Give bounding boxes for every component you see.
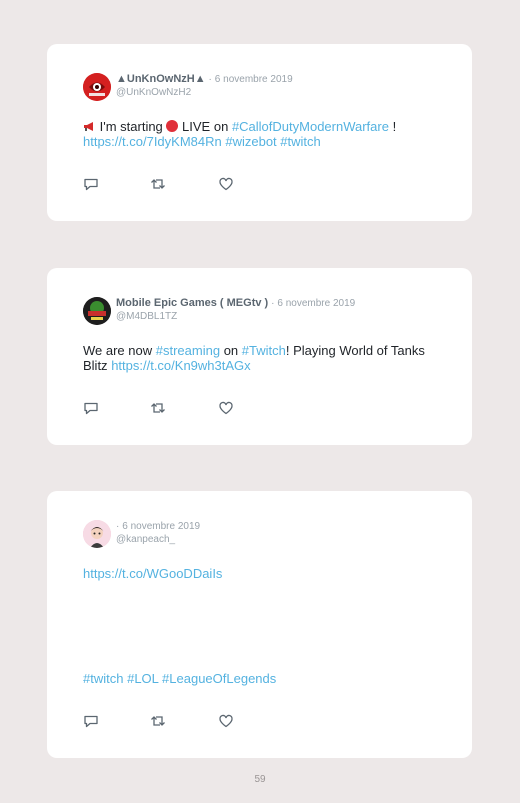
tweet-header: · 6 novembre 2019 @kanpeach_: [116, 520, 200, 546]
tweet-date[interactable]: 6 novembre 2019: [215, 74, 293, 85]
tweet-text-part: I'm starting: [99, 119, 163, 134]
red-circle-icon: [166, 120, 179, 132]
tweet-url-link[interactable]: https://t.co/Kn9wh3tAGx: [111, 358, 250, 373]
retweet-icon[interactable]: [150, 401, 166, 415]
like-icon[interactable]: [218, 401, 234, 415]
reply-icon[interactable]: [83, 177, 99, 191]
tweet-text-part: Blitz: [83, 358, 108, 373]
hashtag-link[interactable]: #twitch: [280, 134, 320, 149]
separator: ·: [116, 521, 120, 532]
tweet-text-part: ! Playing World of Tanks: [285, 343, 425, 358]
hashtag-link[interactable]: #LeagueOfLegends: [162, 671, 276, 686]
like-icon[interactable]: [218, 177, 234, 191]
reply-icon[interactable]: [83, 401, 99, 415]
tweet-text-part: on: [223, 343, 239, 358]
hashtag-link[interactable]: #wizebot: [225, 134, 276, 149]
tweet-text-part: !: [392, 119, 397, 134]
tweet-card: Mobile Epic Games ( MEGtv ) · 6 novembre…: [47, 268, 472, 445]
user-handle[interactable]: @M4DBL1TZ: [116, 310, 355, 323]
tweet-card: · 6 novembre 2019 @kanpeach_ https://t.c…: [47, 491, 472, 758]
tweet-url-link[interactable]: https://t.co/7IdyKM84Rn: [83, 134, 222, 149]
tweet-hashtags: #twitch #LOL #LeagueOfLegends: [83, 671, 443, 686]
hashtag-link[interactable]: #Twitch: [242, 343, 286, 358]
tweet-text: https://t.co/WGooDDaiIs: [83, 566, 443, 581]
avatar[interactable]: [83, 520, 111, 548]
tweet-date[interactable]: 6 novembre 2019: [277, 298, 355, 309]
megaphone-icon: [83, 120, 96, 131]
avatar[interactable]: [83, 73, 111, 101]
hashtag-link[interactable]: #CallofDutyModernWarfare: [232, 119, 389, 134]
separator: ·: [271, 298, 275, 309]
tweet-card: ▲UnKnOwNzH▲ · 6 novembre 2019 @UnKnOwNzH…: [47, 44, 472, 221]
tweet-text-part: LIVE on: [182, 119, 229, 134]
like-icon[interactable]: [218, 714, 234, 728]
hashtag-link[interactable]: #streaming: [156, 343, 220, 358]
tweet-header: ▲UnKnOwNzH▲ · 6 novembre 2019 @UnKnOwNzH…: [116, 73, 293, 99]
display-name[interactable]: Mobile Epic Games ( MEGtv ): [116, 297, 268, 309]
tweet-url-link[interactable]: https://t.co/WGooDDaiIs: [83, 566, 222, 581]
avatar[interactable]: [83, 297, 111, 325]
user-handle[interactable]: @UnKnOwNzH2: [116, 86, 293, 99]
retweet-icon[interactable]: [150, 177, 166, 191]
display-name[interactable]: ▲UnKnOwNzH▲: [116, 73, 206, 85]
tweet-text: I'm starting LIVE on #CallofDutyModernWa…: [83, 119, 443, 149]
user-handle[interactable]: @kanpeach_: [116, 533, 200, 546]
separator: ·: [208, 74, 212, 85]
retweet-icon[interactable]: [150, 714, 166, 728]
reply-icon[interactable]: [83, 714, 99, 728]
tweet-text: We are now #streaming on #Twitch! Playin…: [83, 343, 443, 373]
hashtag-link[interactable]: #LOL: [127, 671, 158, 686]
tweet-header: Mobile Epic Games ( MEGtv ) · 6 novembre…: [116, 297, 355, 323]
page-number: 59: [254, 774, 266, 785]
tweet-text-part: We are now: [83, 343, 153, 358]
tweet-date[interactable]: 6 novembre 2019: [122, 521, 200, 532]
hashtag-link[interactable]: #twitch: [83, 671, 123, 686]
